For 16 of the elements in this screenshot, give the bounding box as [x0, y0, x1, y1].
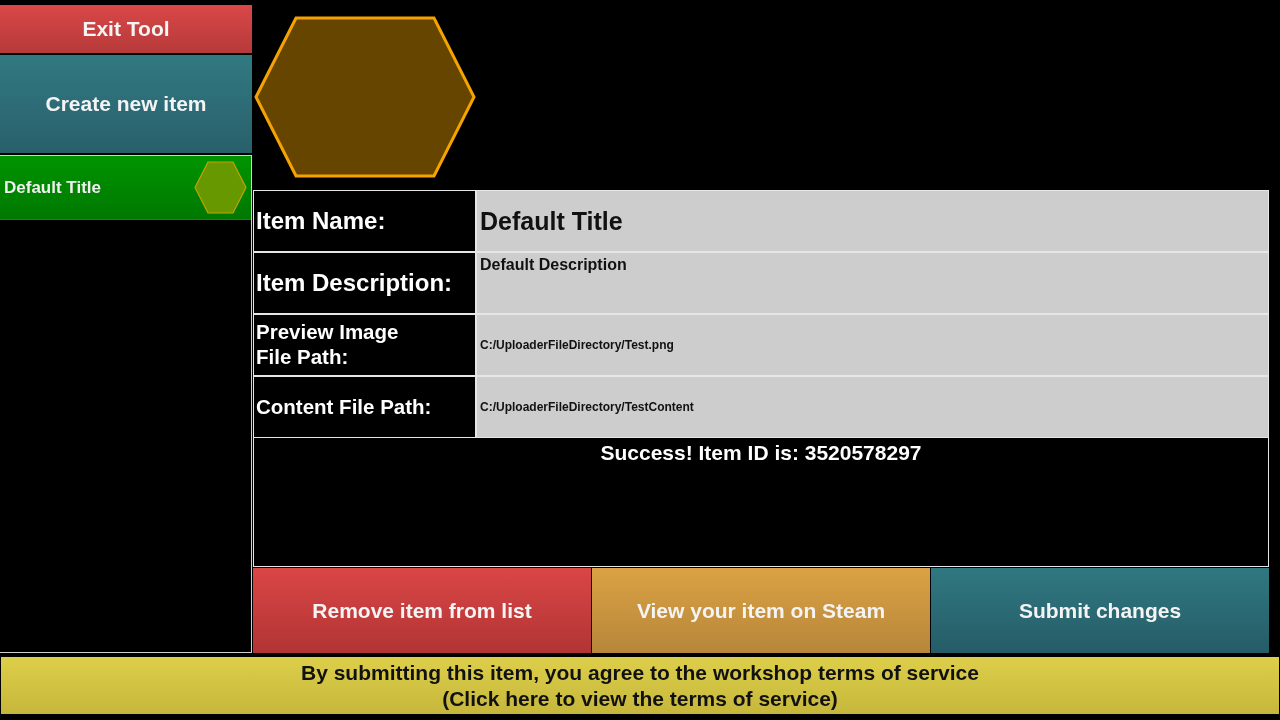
- create-new-item-button[interactable]: Create new item: [0, 55, 252, 153]
- input-field[interactable]: Default Title: [477, 191, 1268, 251]
- action-button[interactable]: Remove item from list: [253, 568, 591, 653]
- exit-tool-button[interactable]: Exit Tool: [0, 5, 252, 53]
- field-label: Item Description:: [254, 253, 475, 313]
- input-field[interactable]: C:/UploaderFileDirectory/Test.png: [477, 315, 1268, 375]
- field-label: Item Name:: [254, 191, 475, 251]
- input-field[interactable]: C:/UploaderFileDirectory/TestContent: [477, 377, 1268, 437]
- input-field[interactable]: Default Description: [477, 253, 1268, 313]
- terms-of-service-button[interactable]: By submitting this item, you agree to the workshop terms of service (Click here to view the terms of service): [1, 657, 1279, 714]
- field-label: Preview Image File Path:: [254, 315, 475, 375]
- field-label: Content File Path:: [254, 377, 475, 437]
- item-list-entry[interactable]: Default Title: [0, 156, 251, 220]
- hexagon-icon: [194, 161, 247, 214]
- action-button[interactable]: Submit changes: [931, 568, 1269, 653]
- status-message: Success! Item ID is: 3520578297: [600, 441, 922, 465]
